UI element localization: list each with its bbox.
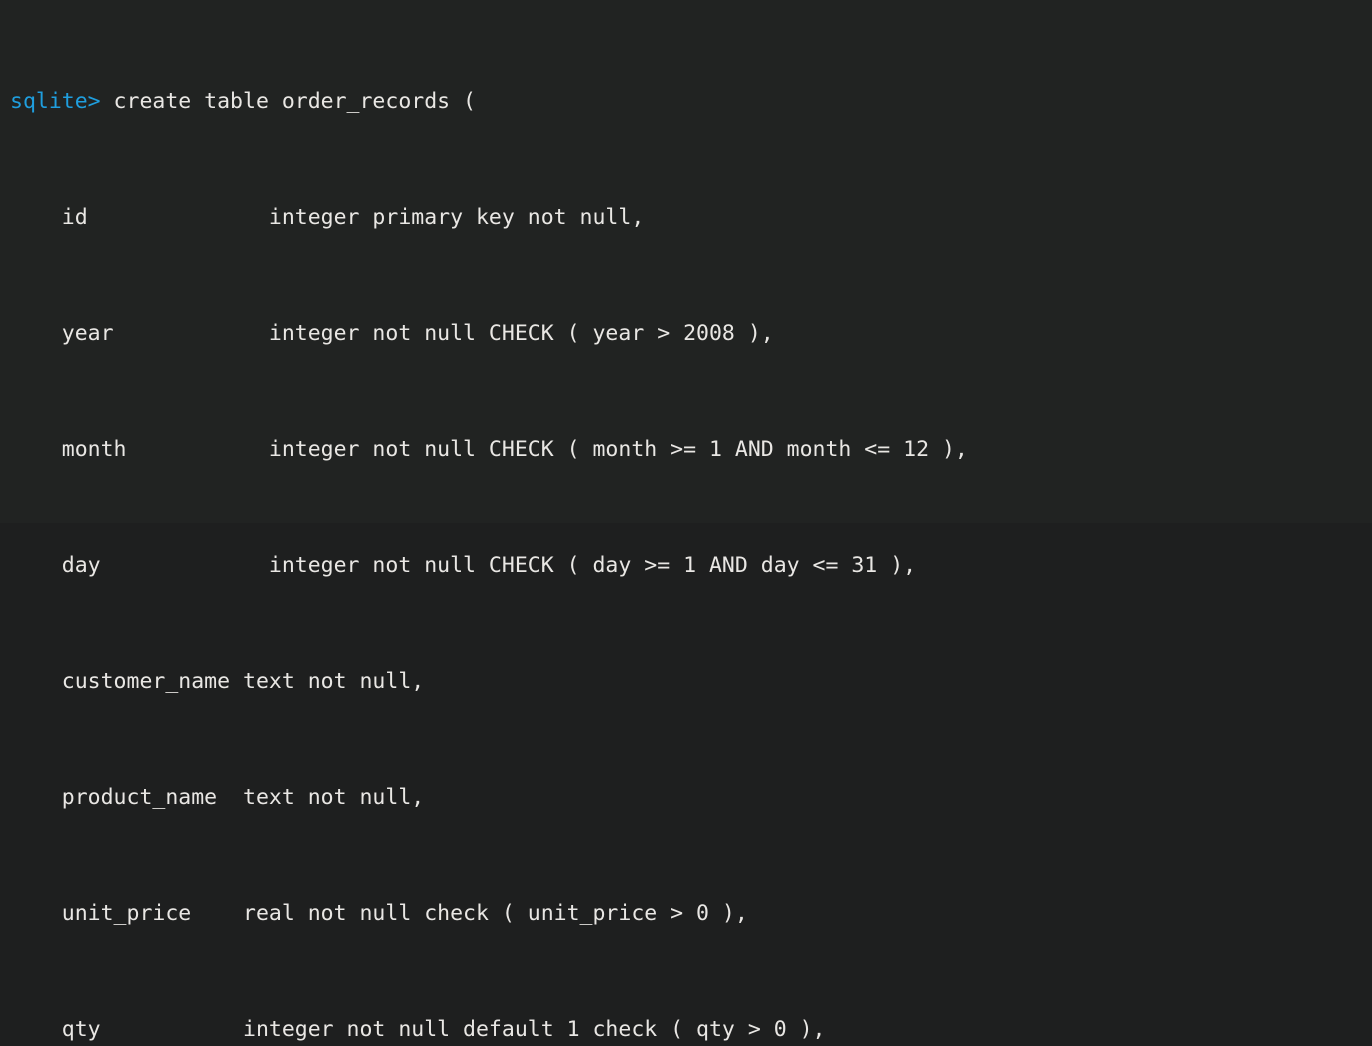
terminal-line: month integer not null CHECK ( month >= … — [0, 435, 1372, 464]
command-text: day integer not null CHECK ( day >= 1 AN… — [10, 553, 917, 578]
command-text: id integer primary key not null, — [10, 205, 645, 230]
terminal-line: year integer not null CHECK ( year > 200… — [0, 319, 1372, 348]
terminal-line: id integer primary key not null, — [0, 203, 1372, 232]
terminal-line: unit_price real not null check ( unit_pr… — [0, 899, 1372, 928]
command-text: month integer not null CHECK ( month >= … — [10, 437, 968, 462]
sqlite-prompt: sqlite> — [10, 89, 101, 114]
command-text: qty integer not null default 1 check ( q… — [10, 1017, 826, 1042]
terminal-line: customer_name text not null, — [0, 667, 1372, 696]
command-text: customer_name text not null, — [10, 669, 425, 694]
command-text: unit_price real not null check ( unit_pr… — [10, 901, 748, 926]
command-text: product_name text not null, — [10, 785, 425, 810]
terminal-line: qty integer not null default 1 check ( q… — [0, 1015, 1372, 1044]
terminal-screen[interactable]: sqlite> create table order_records ( id … — [0, 0, 1372, 1042]
terminal-line: sqlite> create table order_records ( — [0, 87, 1372, 116]
command-text: create table order_records ( — [100, 89, 476, 114]
terminal-line: day integer not null CHECK ( day >= 1 AN… — [0, 551, 1372, 580]
terminal-line: product_name text not null, — [0, 783, 1372, 812]
command-text: year integer not null CHECK ( year > 200… — [10, 321, 774, 346]
